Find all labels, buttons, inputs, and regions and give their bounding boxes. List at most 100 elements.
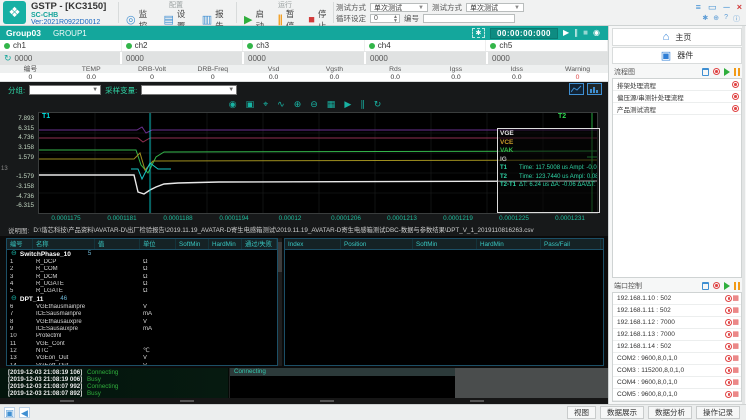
test-mode1-select[interactable]: 单次测试▼ — [370, 3, 428, 12]
stop-icon[interactable]: ■ — [583, 28, 588, 38]
grid-icon[interactable]: ▦ — [732, 307, 739, 314]
view-button-数据展示[interactable]: 数据展示 — [600, 406, 644, 419]
info-icon[interactable]: ⓘ — [733, 14, 740, 24]
grid-icon[interactable]: ▦ — [732, 343, 739, 350]
gear-icon[interactable]: ✱ — [472, 28, 485, 38]
table-row[interactable]: 1 R_DCP Ω — [7, 259, 277, 266]
table-row[interactable]: 9 ICESausauxpre mA — [7, 325, 277, 332]
play-icon[interactable] — [724, 282, 730, 290]
port-item[interactable]: COM5 : 9600,8,0,1,0 ▦ — [613, 389, 741, 401]
table-row[interactable]: 2 R_COM Ω — [7, 266, 277, 273]
display-icon[interactable]: ▣ — [246, 98, 255, 110]
pause-icon[interactable]: ∥ — [574, 28, 578, 38]
record-icon[interactable] — [732, 105, 739, 112]
menu-icon[interactable]: ≡ — [696, 2, 701, 13]
port-item[interactable]: 192.168.1.10 : 502 ▦ — [613, 293, 741, 305]
reset-icon[interactable]: ↻ — [374, 98, 382, 110]
grid-icon[interactable]: ▦ — [732, 367, 739, 374]
grid-icon[interactable]: ▦ — [732, 331, 739, 338]
record-icon[interactable] — [725, 343, 732, 350]
port-item[interactable]: 192.168.1.11 : 502 ▦ — [613, 305, 741, 317]
port-item[interactable]: 192.168.1.12 : 7000 ▦ — [613, 317, 741, 329]
sn-input[interactable] — [423, 14, 515, 23]
grid-icon[interactable]: ▦ — [732, 295, 739, 302]
table-row[interactable]: 7 ICESausmainpre mA — [7, 311, 277, 318]
network-icon[interactable]: ⊕ — [713, 14, 719, 24]
table-row[interactable]: 8 VGEthausauxpre V — [7, 318, 277, 325]
channel-ch4[interactable]: ch4 — [365, 40, 487, 51]
speaker-icon[interactable]: ◀ — [19, 407, 30, 418]
play-icon[interactable] — [724, 68, 730, 76]
refresh-icon[interactable]: ↻ — [4, 53, 12, 64]
grid-icon[interactable]: ▦ — [327, 98, 336, 110]
grid-icon[interactable]: ▦ — [732, 355, 739, 362]
table-group-row[interactable]: ⊖ SwitchPhase_10 5 — [7, 250, 277, 259]
record-icon[interactable] — [725, 367, 732, 374]
table-row[interactable]: 11 VGE_Cont — [7, 340, 277, 347]
results-table[interactable]: 编号名称值单位SoftMinHardMin通过/失败 ⊖ SwitchPhase… — [6, 238, 278, 366]
channel-ch1[interactable]: ch1 — [0, 40, 122, 51]
bar-chart-toggle[interactable] — [587, 83, 602, 95]
record-icon[interactable] — [725, 379, 732, 386]
table-row[interactable]: 10 Protectml — [7, 333, 277, 340]
cursor-icon[interactable]: ⌖ — [263, 98, 268, 110]
index-table[interactable]: IndexPositionSoftMinHardMinPass/Fail — [284, 238, 604, 366]
port-item[interactable]: 192.168.1.14 : 502 ▦ — [613, 341, 741, 353]
wave-icon[interactable]: ∿ — [277, 98, 285, 110]
close-icon[interactable]: × — [737, 2, 742, 13]
view-button-数据分析[interactable]: 数据分析 — [648, 406, 692, 419]
grid-icon[interactable]: ▦ — [732, 319, 739, 326]
settings-circle-icon[interactable]: ◉ — [593, 28, 600, 38]
table-row[interactable]: 13 VGEon_Out V — [7, 355, 277, 362]
zoom-in-icon[interactable]: ⊕ — [294, 98, 302, 110]
table-group-row[interactable]: ⊖ DPT_11 46 — [7, 295, 277, 304]
help-icon[interactable]: ? — [724, 14, 728, 24]
table-row[interactable]: 5 R_LGATE Ω — [7, 288, 277, 295]
grid-icon[interactable]: ▦ — [732, 379, 739, 386]
channel-ch5[interactable]: ch5 — [486, 40, 608, 51]
view-button-操作记录[interactable]: 操作记录 — [696, 406, 740, 419]
pin-icon[interactable]: ✱ — [702, 14, 708, 24]
record-icon[interactable] — [725, 319, 732, 326]
grid-icon[interactable]: ▦ — [732, 391, 739, 398]
flow-item[interactable]: 产品测试流程 — [613, 103, 741, 115]
table-row[interactable]: 12 NTC ℃ — [7, 347, 277, 354]
record-icon[interactable] — [725, 355, 732, 362]
port-item[interactable]: 192.168.1.13 : 7000 ▦ — [613, 329, 741, 341]
port-item[interactable]: COM3 : 115200,8,0,1,0 ▦ — [613, 365, 741, 377]
table-row[interactable]: 6 VGEthausmainpre V — [7, 303, 277, 310]
record-icon[interactable] — [725, 391, 732, 398]
restore-icon[interactable]: ▭ — [708, 2, 717, 13]
record-icon[interactable] — [732, 81, 739, 88]
test-mode2-select[interactable]: 单次测试▼ — [466, 3, 524, 12]
record-icon[interactable] — [725, 307, 732, 314]
table-row[interactable]: 4 R_UGATE Ω — [7, 280, 277, 287]
camera-icon[interactable]: ◉ — [229, 98, 237, 110]
view-button-视图[interactable]: 视图 — [567, 406, 596, 419]
minimize-icon[interactable]: ─ — [723, 2, 729, 13]
zoom-out-icon[interactable]: ⊖ — [310, 98, 318, 110]
layout-icon[interactable]: ▣ — [4, 407, 15, 418]
table-row[interactable]: 14 VGEoff_Out V — [7, 362, 277, 366]
trash-icon[interactable] — [702, 68, 709, 76]
line-chart-toggle[interactable] — [569, 83, 584, 95]
record-icon[interactable] — [732, 93, 739, 100]
pause-icon[interactable] — [734, 282, 740, 290]
loop-stepper[interactable]: 0▲▼ — [370, 14, 400, 23]
flow-item[interactable]: 排架处理流程 — [613, 79, 741, 91]
collapse-icon[interactable]: ⊖ — [11, 295, 17, 303]
table-row[interactable]: 3 R_DCM Ω — [7, 273, 277, 280]
nav-device[interactable]: ▣ 器件 — [612, 47, 742, 64]
flow-item[interactable]: 偏压源/串测针处理流程 — [613, 91, 741, 103]
record-icon[interactable] — [713, 282, 720, 289]
pause-icon[interactable] — [734, 68, 740, 76]
trash-icon[interactable] — [702, 282, 709, 290]
record-icon[interactable] — [725, 295, 732, 302]
nav-home[interactable]: ⌂ 主页 — [612, 28, 742, 46]
record-icon[interactable] — [725, 331, 732, 338]
variable-select[interactable]: ▼ — [141, 85, 237, 95]
record-icon[interactable] — [713, 68, 720, 75]
stepper-arrows-icon[interactable]: ▲▼ — [393, 15, 399, 23]
run-icon[interactable]: ▶ — [344, 98, 351, 110]
channel-ch2[interactable]: ch2 — [122, 40, 244, 51]
